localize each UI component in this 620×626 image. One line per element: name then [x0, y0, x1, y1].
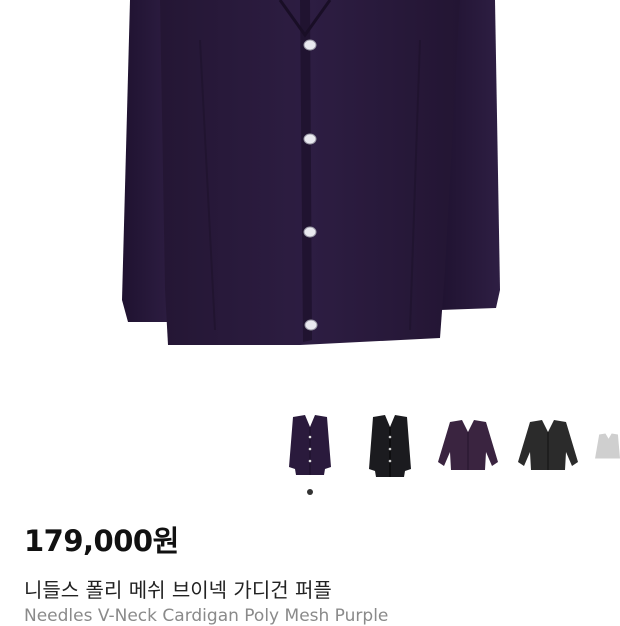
product-price: 179,000원 — [24, 524, 179, 558]
thumbnail-charcoal-flat[interactable] — [516, 408, 580, 484]
thumbnail-purple-mesh-flat[interactable] — [436, 408, 500, 484]
product-main-image[interactable] — [0, 0, 620, 400]
cardigan-thumbnail-icon — [595, 433, 620, 459]
cardigan-thumbnail-icon — [438, 420, 498, 470]
thumbnail-purple-front[interactable] — [278, 408, 342, 484]
cardigan-thumbnail-icon — [518, 420, 578, 470]
thumbnail-black-front[interactable] — [358, 408, 422, 484]
cardigan-thumbnail-icon — [369, 415, 411, 477]
thumbnail-grey-flat[interactable] — [594, 408, 620, 484]
cardigan-thumbnail-icon — [289, 415, 331, 475]
carousel-indicator-dot — [307, 489, 313, 495]
product-title-korean: 니들스 폴리 메쉬 브이넥 가디건 퍼플 — [24, 578, 332, 602]
thumbnail-strip — [0, 408, 620, 488]
product-title-english: Needles V-Neck Cardigan Poly Mesh Purple — [24, 606, 389, 626]
cardigan-photo — [122, 0, 500, 345]
